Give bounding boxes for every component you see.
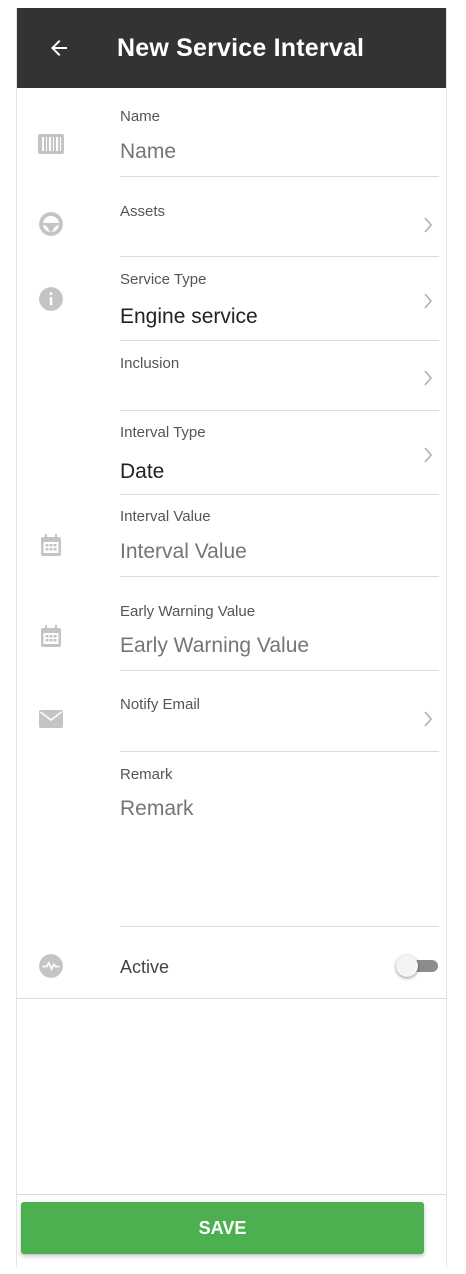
service-type-value: Engine service — [120, 305, 258, 328]
inclusion-row[interactable]: Inclusion — [17, 341, 446, 411]
chevron-right-icon — [418, 366, 438, 390]
inclusion-label: Inclusion — [120, 355, 180, 372]
chevron-right-icon — [418, 213, 438, 237]
remark-label: Remark — [120, 766, 173, 783]
name-row: Name — [17, 96, 446, 178]
notify-email-row[interactable]: Notify Email — [17, 671, 446, 752]
chevron-right-icon — [418, 443, 438, 467]
activity-icon — [35, 950, 67, 982]
assets-label: Assets — [120, 203, 166, 220]
save-button[interactable]: SAVE — [21, 1202, 424, 1254]
early-warning-row: Early Warning Value — [17, 577, 446, 671]
interval-value-label: Interval Value — [120, 508, 211, 525]
early-warning-input[interactable] — [120, 634, 420, 658]
barcode-icon — [35, 128, 67, 160]
name-input[interactable] — [120, 140, 420, 164]
footer-divider — [17, 1194, 446, 1195]
app-bar: New Service Interval — [17, 8, 446, 88]
info-icon — [35, 283, 67, 315]
remark-row: Remark — [17, 752, 446, 928]
interval-value-row: Interval Value — [17, 495, 446, 577]
notify-email-label: Notify Email — [120, 696, 201, 713]
name-label: Name — [120, 108, 161, 125]
active-row: Active — [17, 950, 446, 984]
assets-row[interactable]: Assets — [17, 178, 446, 257]
steering-wheel-icon — [35, 208, 67, 240]
divider — [120, 176, 439, 177]
active-label: Active — [120, 957, 170, 977]
service-interval-screen: New Service Interval Name Name Assets Se… — [16, 8, 447, 1267]
active-toggle[interactable] — [396, 955, 438, 977]
interval-type-row[interactable]: Interval Type Date — [17, 411, 446, 495]
interval-value-input[interactable] — [120, 540, 420, 564]
remark-input[interactable] — [120, 797, 420, 821]
section-divider — [17, 998, 446, 999]
back-button[interactable] — [37, 26, 81, 70]
calendar-icon — [35, 529, 67, 561]
chevron-right-icon — [418, 707, 438, 731]
early-warning-label: Early Warning Value — [120, 603, 256, 620]
service-type-row[interactable]: Service Type Engine service — [17, 257, 446, 341]
interval-type-label: Interval Type — [120, 424, 206, 441]
page-title: New Service Interval — [117, 33, 365, 62]
service-type-label: Service Type — [120, 271, 207, 288]
toggle-knob — [396, 955, 418, 977]
calendar-icon — [35, 620, 67, 652]
arrow-left-icon — [51, 40, 67, 56]
mail-icon — [35, 703, 67, 735]
chevron-right-icon — [418, 289, 438, 313]
divider — [120, 926, 439, 927]
interval-type-value: Date — [120, 460, 165, 483]
